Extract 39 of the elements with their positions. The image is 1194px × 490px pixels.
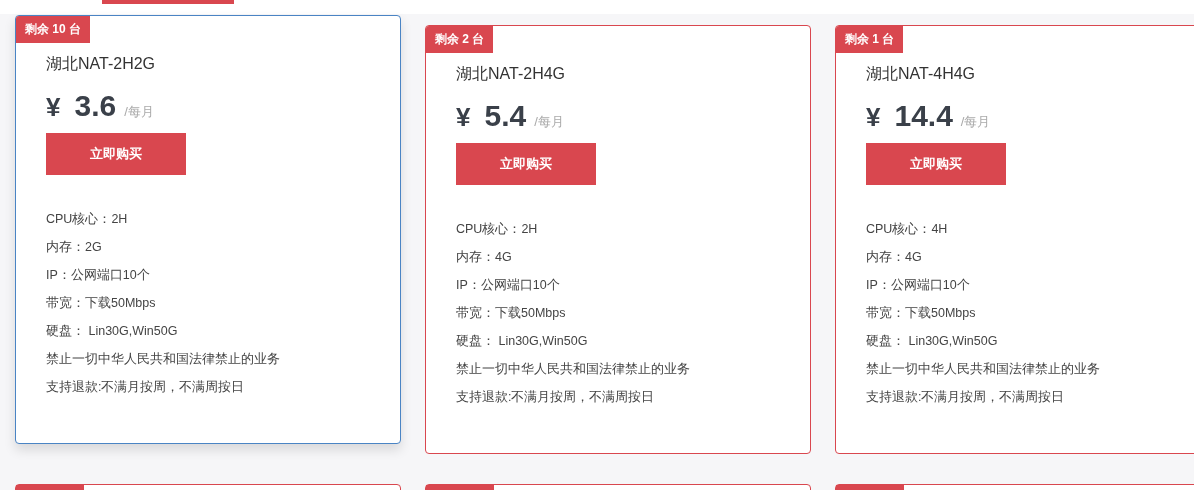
stock-tag: 剩余 10 台 [16, 16, 90, 43]
buy-button[interactable]: 立即购买 [456, 143, 596, 185]
spec-line: 带宽：下载50Mbps [866, 305, 977, 322]
plan-name: 湖北NAT-4H4G [866, 64, 977, 84]
price: 3.6 [74, 89, 117, 123]
spec-line: 禁止一切中华人民共和国法律禁止的业务 [456, 361, 691, 378]
spec-line: CPU核心：2H [456, 221, 539, 238]
price: 14.4 [894, 99, 953, 133]
spec-line: 带宽：下载50Mbps [46, 295, 157, 312]
spec-line: 硬盘： Lin30G,Win50G [456, 333, 589, 350]
price-period: /每月 [534, 113, 564, 131]
spec-line: 硬盘： Lin30G,Win50G [866, 333, 999, 350]
spec-line: 支持退款:不满月按周，不满周按日 [866, 389, 1066, 406]
plan-name: 湖北NAT-2H4G [456, 64, 567, 84]
spec-line: CPU核心：4H [866, 221, 949, 238]
price-period: /每月 [124, 103, 154, 121]
spec-line: IP：公网端口10个 [456, 277, 561, 294]
currency-symbol: ¥ [456, 102, 471, 133]
spec-line: 硬盘： Lin30G,Win50G [46, 323, 179, 340]
spec-line: 内存：4G [456, 249, 513, 266]
stock-tag: 剩余 1 台 [836, 26, 904, 53]
spec-line: 支持退款:不满月按周，不满周按日 [456, 389, 656, 406]
spec-line: 内存：4G [866, 249, 923, 266]
stock-tag: 剩余 2 台 [426, 26, 494, 53]
spec-line: 支持退款:不满月按周，不满周按日 [46, 379, 246, 396]
spec-line: 带宽：下载50Mbps [456, 305, 567, 322]
spec-line: 内存：2G [46, 239, 103, 256]
spec-line: IP：公网端口10个 [866, 277, 971, 294]
spec-line: 禁止一切中华人民共和国法律禁止的业务 [866, 361, 1101, 378]
price-period: /每月 [960, 113, 991, 131]
currency-symbol: ¥ [46, 92, 61, 123]
currency-symbol: ¥ [866, 102, 881, 133]
buy-button[interactable]: 立即购买 [866, 143, 1006, 185]
spec-line: CPU核心：2H [46, 211, 129, 228]
price: 5.4 [484, 99, 527, 133]
spec-line: 禁止一切中华人民共和国法律禁止的业务 [46, 351, 281, 368]
plan-name: 湖北NAT-2H2G [46, 54, 157, 74]
spec-line: IP：公网端口10个 [46, 267, 151, 284]
buy-button[interactable]: 立即购买 [46, 133, 186, 175]
